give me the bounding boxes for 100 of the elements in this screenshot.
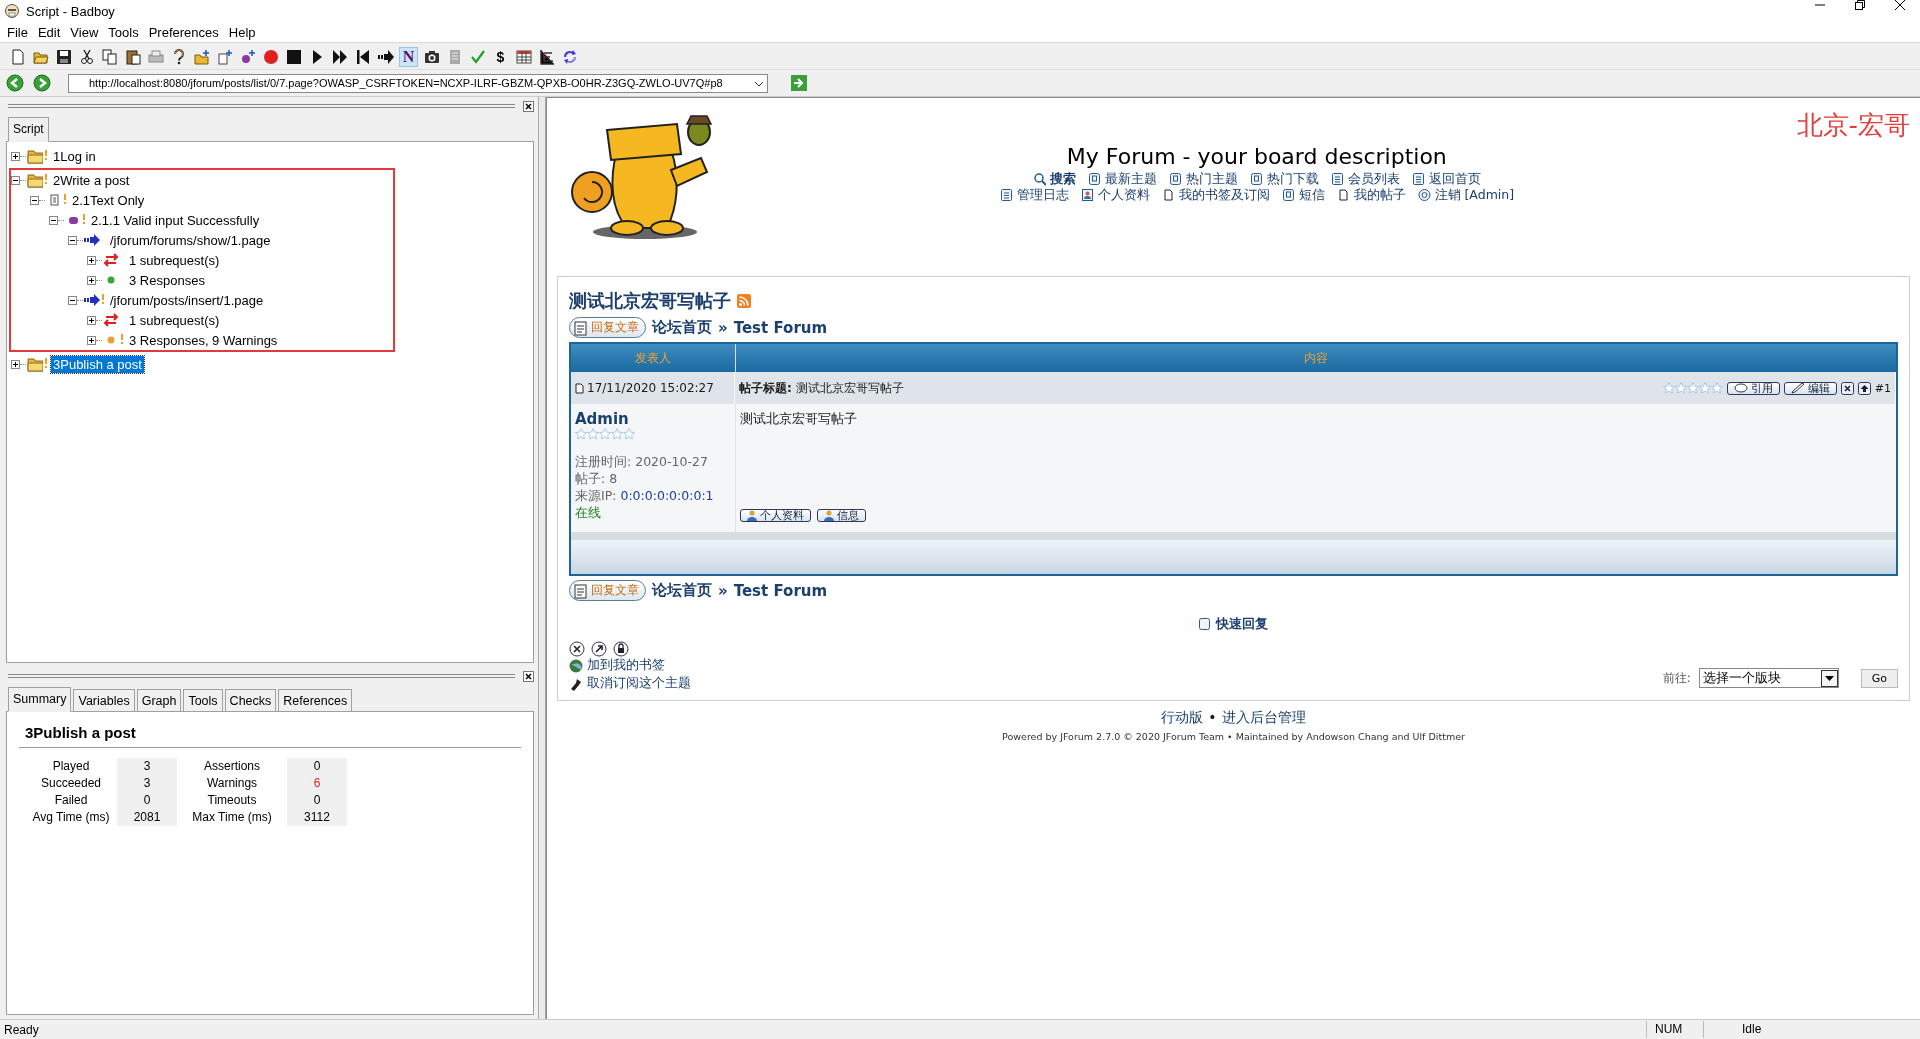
- tree-item[interactable]: 1Log in: [51, 147, 98, 165]
- breadcrumb-link[interactable]: 论坛首页: [652, 318, 712, 337]
- close-icon[interactable]: [523, 100, 534, 112]
- expand-icon[interactable]: [11, 359, 20, 369]
- dot-plus-icon[interactable]: [239, 49, 256, 65]
- profile-button[interactable]: 个人资料: [740, 509, 811, 522]
- nav-link[interactable]: 搜索: [1049, 171, 1076, 187]
- floppy-icon[interactable]: [55, 49, 72, 65]
- url-field[interactable]: http://localhost:8080/jforum/posts/list/0/7.page?OWASP_CSRFTOKEN=NCXP-ILRF-GBZM-QPXB-O0HR-Z3GQ-ZWLO-UV7Q#p8: [68, 73, 768, 93]
- tree-item[interactable]: /jforum/posts/insert/1.page: [108, 291, 266, 309]
- reply-button[interactable]: 回复文章: [569, 580, 646, 601]
- tree-item[interactable]: 3 Responses, 9 Warnings: [127, 331, 280, 349]
- page-plus-icon[interactable]: [216, 49, 233, 65]
- menu-item[interactable]: View: [65, 24, 104, 40]
- collapse-icon[interactable]: [11, 175, 20, 185]
- folder-icon[interactable]: [32, 49, 49, 65]
- forward-icon[interactable]: [33, 74, 51, 92]
- nav-link[interactable]: 热门下载: [1266, 171, 1319, 187]
- delete-icon[interactable]: [1840, 381, 1854, 395]
- expand-icon[interactable]: [87, 335, 96, 345]
- collapse-icon[interactable]: [49, 215, 58, 225]
- fast-forward-icon[interactable]: [331, 49, 348, 65]
- go-button[interactable]: Go: [1860, 668, 1898, 688]
- scissors-icon[interactable]: [78, 49, 95, 65]
- nav-link[interactable]: 我的书签及订阅: [1178, 187, 1270, 203]
- panel-tab[interactable]: Summary: [8, 687, 72, 712]
- toolbar-button[interactable]: N: [399, 47, 418, 67]
- x-circle-icon[interactable]: [569, 641, 585, 657]
- footer-link[interactable]: 行动版: [1161, 709, 1204, 727]
- nav-link[interactable]: 会员列表: [1347, 171, 1400, 187]
- stop-icon[interactable]: [285, 49, 302, 65]
- rss-icon[interactable]: [737, 294, 751, 308]
- tree-item[interactable]: 1 subrequest(s): [127, 311, 222, 329]
- unsubscribe-link[interactable]: 取消订阅这个主题: [587, 675, 691, 692]
- nav-link[interactable]: 我的帖子: [1353, 187, 1406, 203]
- panel-tab[interactable]: Graph: [136, 689, 182, 711]
- menu-item[interactable]: Help: [223, 24, 261, 40]
- nav-link[interactable]: 短信: [1298, 187, 1325, 203]
- close-icon[interactable]: [1895, 0, 1905, 10]
- message-button[interactable]: 信息: [817, 509, 866, 522]
- reply-button[interactable]: 回复文章: [569, 317, 646, 338]
- quote-button[interactable]: 引用: [1726, 381, 1780, 395]
- tree-item[interactable]: 2.1.1 Valid input Successfully: [89, 211, 262, 229]
- menu-item[interactable]: Edit: [32, 24, 66, 40]
- edit-button[interactable]: 编辑: [1783, 381, 1837, 395]
- page-icon[interactable]: [9, 49, 26, 65]
- panel-tab[interactable]: Script: [8, 117, 49, 142]
- menu-item[interactable]: Preferences: [143, 24, 224, 40]
- author-name[interactable]: Admin: [575, 410, 731, 428]
- tree-item[interactable]: /jforum/forums/show/1.page: [108, 231, 273, 249]
- footer-link[interactable]: 进入后台管理: [1221, 709, 1306, 727]
- panel-tab[interactable]: Checks: [224, 689, 277, 711]
- copy-icon[interactable]: [101, 49, 118, 65]
- grid-icon[interactable]: [515, 49, 532, 65]
- breadcrumb-link[interactable]: Test Forum: [733, 581, 828, 600]
- expand-icon[interactable]: [87, 255, 96, 265]
- checkmark-icon[interactable]: [469, 49, 486, 65]
- lock-icon[interactable]: [613, 641, 629, 657]
- tree-item[interactable]: 2.1Text Only: [70, 191, 147, 209]
- collapse-icon[interactable]: [68, 295, 77, 305]
- refresh-icon[interactable]: [561, 49, 578, 65]
- expand-icon[interactable]: [87, 315, 96, 325]
- tree-item[interactable]: 3Publish a post: [51, 355, 144, 373]
- nav-link[interactable]: 最新主题: [1104, 171, 1157, 187]
- panel-tab[interactable]: Variables: [73, 689, 135, 711]
- panel-tab[interactable]: References: [278, 689, 353, 711]
- tree-item[interactable]: 2Write a post: [51, 171, 132, 189]
- tree-item[interactable]: 3 Responses: [127, 271, 207, 289]
- collapse-icon[interactable]: [30, 195, 39, 205]
- camera-icon[interactable]: [423, 49, 440, 65]
- toolbar-button[interactable]: $: [491, 47, 510, 67]
- back-icon[interactable]: [6, 74, 24, 92]
- record-icon[interactable]: [262, 49, 279, 65]
- arrow-icon[interactable]: [377, 49, 394, 65]
- list-tree-icon[interactable]: [538, 49, 555, 65]
- nav-link[interactable]: 热门主题: [1185, 171, 1238, 187]
- clipboard-icon[interactable]: [124, 49, 141, 65]
- up-arrow-icon[interactable]: [1857, 381, 1871, 395]
- arrow-circle-icon[interactable]: [591, 641, 607, 657]
- quick-reply-link[interactable]: 快速回复: [1216, 615, 1268, 633]
- bookmark-link[interactable]: 加到我的书签: [587, 657, 665, 674]
- tree-item[interactable]: 1 subrequest(s): [127, 251, 222, 269]
- close-icon[interactable]: [523, 670, 534, 682]
- expand-icon[interactable]: [87, 275, 96, 285]
- folder-plus-icon[interactable]: [193, 49, 210, 65]
- nav-link[interactable]: 个人资料: [1097, 187, 1150, 203]
- expand-icon[interactable]: [11, 151, 20, 161]
- panel-tab[interactable]: Tools: [183, 689, 223, 711]
- forum-select[interactable]: 选择一个版块: [1698, 668, 1839, 688]
- nav-link[interactable]: 注销 [Admin]: [1434, 187, 1515, 203]
- restore-icon[interactable]: [1855, 0, 1865, 10]
- menu-item[interactable]: Tools: [103, 24, 144, 40]
- nav-link[interactable]: 返回首页: [1428, 171, 1481, 187]
- nav-link[interactable]: 管理日志: [1016, 187, 1069, 203]
- breadcrumb-link[interactable]: Test Forum: [733, 318, 828, 337]
- skip-back-icon[interactable]: [354, 49, 371, 65]
- go-icon[interactable]: [791, 75, 807, 91]
- breadcrumb-link[interactable]: 论坛首页: [652, 581, 712, 600]
- collapse-icon[interactable]: [68, 235, 77, 245]
- menu-item[interactable]: File: [2, 24, 33, 40]
